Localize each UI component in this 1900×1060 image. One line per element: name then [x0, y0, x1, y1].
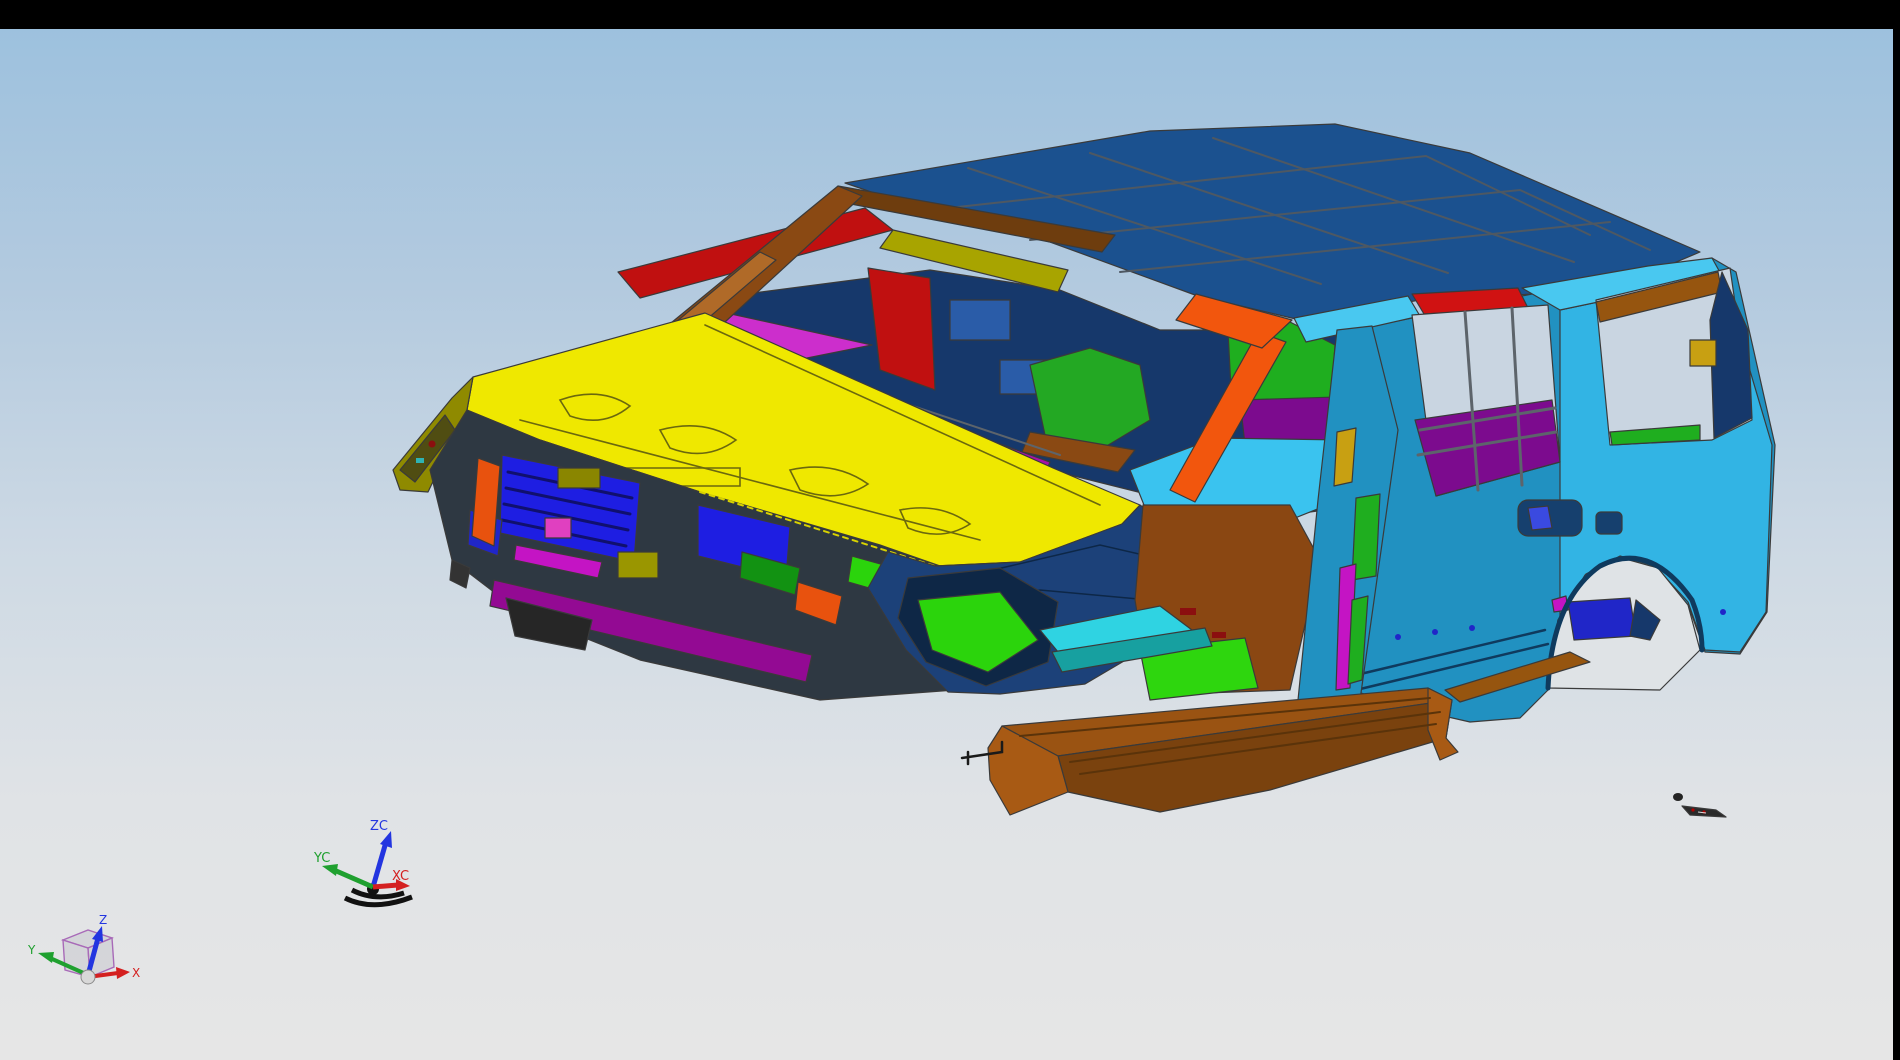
datum-origin-sphere[interactable] — [81, 970, 95, 984]
b-pillar-olive-bracket — [1334, 428, 1356, 486]
door-handle-glint — [1528, 506, 1552, 530]
datum-y-label: Y — [27, 943, 36, 957]
front-pink-speck — [545, 518, 571, 538]
window-top-bar — [0, 0, 1900, 29]
wcs-y-label: YC — [313, 851, 330, 866]
quarter-window-bracket — [1690, 340, 1716, 366]
front-olive-bracket-1 — [558, 468, 600, 488]
rear-wheelhouse-blue — [1568, 598, 1636, 640]
wcs-z-label: ZC — [370, 819, 388, 834]
fender-bolt-red — [429, 441, 436, 448]
application-window: { "viewport": { "bg_top": "#9dc1de", "bg… — [0, 0, 1900, 1060]
datum-x-label: X — [132, 966, 140, 980]
debris-speck-red — [1691, 808, 1694, 811]
dash-detail-panel — [950, 300, 1010, 340]
front-olive-bracket-2 — [618, 552, 658, 578]
fender-speck-teal — [416, 458, 424, 463]
wcs-x-axis[interactable] — [373, 885, 398, 887]
floor-speck-red — [1180, 608, 1196, 615]
floor-speck-red-2 — [1212, 632, 1226, 638]
datum-z-label: Z — [99, 913, 107, 927]
3d-model-canvas[interactable]: ZC YC XC Z Y X — [0, 29, 1893, 1060]
debris-dot — [1673, 793, 1683, 801]
door-handle-cup — [1596, 512, 1622, 534]
wcs-x-label: XC — [392, 869, 409, 884]
window-right-bar — [1893, 0, 1900, 1060]
graphics-viewport[interactable]: ZC YC XC Z Y X — [0, 29, 1893, 1060]
